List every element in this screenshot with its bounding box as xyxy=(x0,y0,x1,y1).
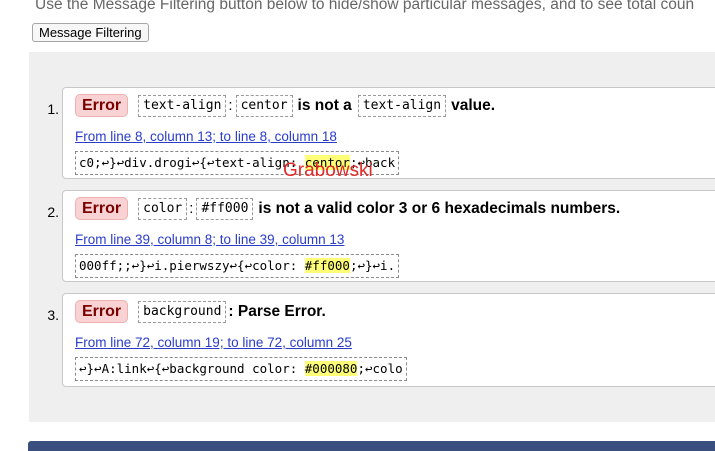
separator-colon: : xyxy=(189,200,194,217)
error-card: Error background : Parse Error. From lin… xyxy=(62,293,715,387)
snippet-post: ;↩}↩i. xyxy=(349,258,396,273)
location-link[interactable]: From line 8, column 13; to line 8, colum… xyxy=(75,129,337,144)
error-badge: Error xyxy=(75,300,129,323)
code-snippet: 000ff;;↩}↩i.pierwszy↩{↩color: #ff000;↩}↩… xyxy=(75,254,400,278)
code-snippet: c0;↩}↩div.drogi↩{↩text-align: centor;↩ba… xyxy=(75,151,400,175)
location-link[interactable]: From line 72, column 19; to line 72, col… xyxy=(75,335,352,350)
snippet-post: ;↩back xyxy=(349,155,396,170)
error-badge: Error xyxy=(75,94,129,117)
error-number: 3. xyxy=(47,307,59,323)
snippet-post: ;↩colo xyxy=(357,361,403,376)
error-message-suffix: value. xyxy=(451,96,496,114)
error-message: : Parse Error. xyxy=(228,302,326,320)
property-code: text-align xyxy=(138,94,227,117)
error-number: 1. xyxy=(47,101,59,117)
message-filtering-button[interactable]: Message Filtering xyxy=(32,23,149,42)
suffix-code: text-align xyxy=(357,94,447,117)
property-code: color xyxy=(138,197,188,220)
error-badge: Error xyxy=(75,197,129,220)
snippet-pre: c0;↩}↩div.drogi↩{↩text-align: xyxy=(79,155,305,170)
error-headline: Error color : #ff000 is not a valid colo… xyxy=(75,197,620,220)
error-message: is not a valid color 3 or 6 hexadecimals… xyxy=(258,199,621,217)
error-number: 2. xyxy=(47,204,59,220)
bottom-bar xyxy=(28,441,715,451)
snippet-highlight: #ff000 xyxy=(304,258,350,273)
intro-text: Use the Message Filtering button below t… xyxy=(35,0,695,13)
error-card: Error text-align : centor is not a text-… xyxy=(62,87,715,179)
separator-colon: : xyxy=(228,97,233,114)
error-headline: Error background : Parse Error. xyxy=(75,300,326,323)
code-snippet: ↩}↩A:link↩{↩background color: #000080;↩c… xyxy=(75,357,407,381)
location-link[interactable]: From line 39, column 8; to line 39, colu… xyxy=(75,232,344,247)
value-code: centor xyxy=(235,94,293,117)
property-code: background xyxy=(138,300,227,323)
snippet-pre: 000ff;;↩}↩i.pierwszy↩{↩color: xyxy=(79,258,305,273)
error-headline: Error text-align : centor is not a text-… xyxy=(75,94,495,117)
snippet-highlight: centor xyxy=(304,155,350,170)
error-message: is not a xyxy=(297,96,352,114)
snippet-pre: ↩}↩A:link↩{↩background color: xyxy=(79,361,305,376)
error-card: Error color : #ff000 is not a valid colo… xyxy=(62,190,715,282)
value-code: #ff000 xyxy=(196,197,254,220)
snippet-highlight: #000080 xyxy=(304,361,358,376)
